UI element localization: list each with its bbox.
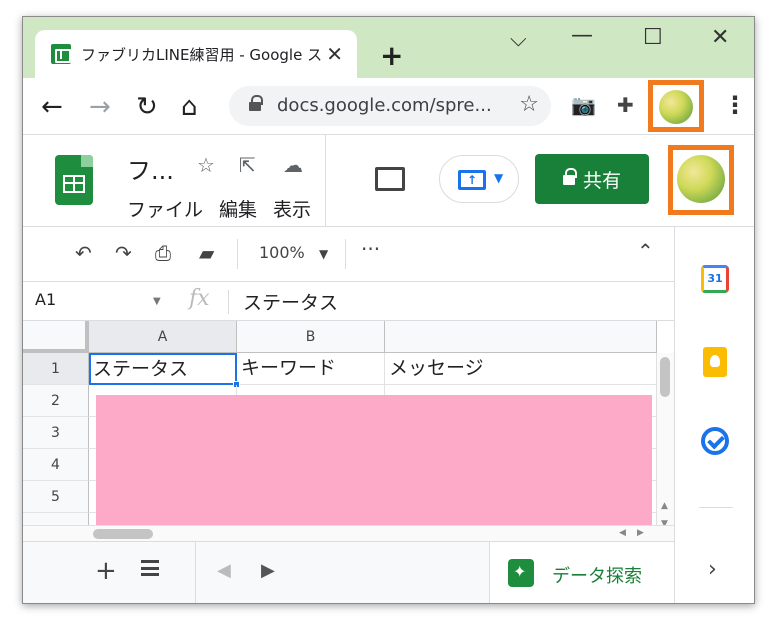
- redacted-area: [96, 395, 652, 526]
- present-icon: ↑: [458, 170, 486, 190]
- redo-icon[interactable]: ↷: [115, 241, 132, 265]
- minimize-icon[interactable]: —: [571, 23, 593, 48]
- paint-format-icon[interactable]: ▰: [199, 241, 214, 265]
- browser-menu-icon[interactable]: ⋮: [723, 91, 747, 119]
- column-header-c[interactable]: [385, 321, 657, 353]
- scroll-up-icon[interactable]: ▲: [661, 501, 668, 511]
- document-title[interactable]: フ...: [127, 151, 174, 186]
- row-header-4[interactable]: 4: [23, 449, 89, 481]
- collapse-menu-icon[interactable]: ⌃: [637, 239, 654, 263]
- lock-icon: [562, 168, 577, 186]
- tab-close-icon[interactable]: ✕: [326, 42, 343, 66]
- sheets-favicon-icon: [51, 44, 71, 64]
- title-bar: ファブリカLINE練習用 - Google ス ✕ + ⌵ — ☐ ✕: [23, 17, 754, 78]
- lock-icon: [249, 95, 263, 113]
- all-sheets-icon[interactable]: [141, 560, 159, 576]
- row-header-2[interactable]: 2: [23, 385, 89, 417]
- vertical-scroll-thumb[interactable]: [660, 357, 670, 397]
- row-header-3[interactable]: 3: [23, 417, 89, 449]
- fx-icon: fx: [189, 286, 210, 311]
- share-button[interactable]: 共有: [535, 154, 649, 204]
- comment-history-icon[interactable]: [375, 167, 405, 191]
- home-icon[interactable]: ⌂: [181, 92, 198, 122]
- horizontal-scroll-thumb[interactable]: [93, 529, 153, 539]
- account-avatar[interactable]: [677, 155, 725, 203]
- camera-icon[interactable]: 📷: [571, 93, 596, 117]
- row-header-1[interactable]: 1: [23, 353, 89, 385]
- side-panel: 31 ›: [674, 227, 754, 603]
- sheet-nav-left-icon[interactable]: ◀: [217, 560, 231, 581]
- bookmark-star-icon[interactable]: ☆: [519, 92, 539, 117]
- toolbar-divider: [345, 239, 346, 269]
- sheet-toolbar: ↶ ↷ ⎙ ▰ 100% ▼ ··· ⌃: [23, 227, 674, 281]
- side-panel-divider: [699, 507, 733, 508]
- more-options-icon[interactable]: ···: [361, 237, 380, 261]
- row-header-5[interactable]: 5: [23, 481, 89, 513]
- menu-view[interactable]: 表示: [273, 199, 311, 221]
- formula-bar: A1 ▼ fx ステータス: [23, 281, 674, 321]
- bottom-divider: [195, 542, 196, 603]
- column-header-a[interactable]: A: [89, 321, 237, 353]
- tab-title: ファブリカLINE練習用 - Google ス: [81, 45, 323, 64]
- print-icon[interactable]: ⎙: [155, 241, 171, 265]
- browser-tab[interactable]: ファブリカLINE練習用 - Google ス ✕: [35, 30, 357, 78]
- address-bar[interactable]: docs.google.com/spre... ☆: [229, 86, 551, 126]
- undo-icon[interactable]: ↶: [75, 241, 92, 265]
- new-tab-icon[interactable]: +: [380, 39, 403, 72]
- move-folder-icon[interactable]: ⇱: [239, 153, 256, 177]
- formula-input[interactable]: ステータス: [243, 288, 338, 315]
- select-all-corner[interactable]: [23, 321, 89, 353]
- add-sheet-icon[interactable]: +: [95, 556, 117, 586]
- browser-toolbar: ← → ↻ ⌂ docs.google.com/spre... ☆ 📷 ✚ ⋮: [23, 78, 754, 135]
- forward-icon[interactable]: →: [89, 92, 111, 122]
- name-box-caret-icon[interactable]: ▼: [153, 296, 161, 307]
- cloud-status-icon[interactable]: ☁: [283, 153, 303, 177]
- scroll-right-icon[interactable]: ▶: [637, 528, 644, 538]
- reload-icon[interactable]: ↻: [136, 92, 158, 122]
- share-label: 共有: [582, 169, 621, 192]
- sheet-nav-right-icon[interactable]: ▶: [261, 560, 275, 581]
- keep-icon[interactable]: [703, 347, 727, 377]
- sheet-grid: A B 1 2 3 4 5 ステータス キーワード メッセージ ▲ ▼: [23, 321, 674, 541]
- cell-c1[interactable]: メッセージ: [385, 353, 657, 385]
- cell-a1[interactable]: ステータス: [89, 353, 237, 385]
- menu-file[interactable]: ファイル: [127, 199, 203, 221]
- chevron-down-icon: ▼: [494, 171, 504, 185]
- browser-profile-avatar[interactable]: [659, 90, 693, 124]
- cell-b1[interactable]: キーワード: [237, 353, 385, 385]
- explore-button[interactable]: データ探索: [489, 542, 674, 603]
- zoom-select[interactable]: 100%: [259, 243, 305, 262]
- header-divider: [325, 135, 326, 227]
- column-header-b[interactable]: B: [237, 321, 385, 353]
- chevron-right-icon[interactable]: ›: [708, 557, 717, 582]
- back-icon[interactable]: ←: [41, 92, 63, 122]
- formula-divider: [228, 290, 229, 314]
- tab-search-icon[interactable]: ⌵: [510, 27, 527, 52]
- menu-edit[interactable]: 編集: [219, 199, 257, 221]
- zoom-caret-icon[interactable]: ▼: [319, 247, 328, 261]
- tasks-icon[interactable]: [701, 427, 729, 455]
- explore-icon: [508, 559, 534, 587]
- explore-label: データ探索: [552, 566, 642, 587]
- menu-bar: ファイル 編集 表示: [127, 195, 327, 222]
- sheet-tabs-bar: + ◀ ▶ データ探索: [23, 541, 674, 603]
- star-icon[interactable]: ☆: [197, 153, 215, 177]
- horizontal-scrollbar[interactable]: ◀ ▶: [23, 525, 674, 541]
- browser-window: ファブリカLINE練習用 - Google ス ✕ + ⌵ — ☐ ✕ ← → …: [22, 16, 755, 604]
- sheets-logo-icon[interactable]: [55, 155, 93, 205]
- window-close-icon[interactable]: ✕: [711, 25, 729, 50]
- docs-header: フ... ☆ ⇱ ☁ ファイル 編集 表示 ↑ ▼ 共有: [23, 135, 754, 227]
- name-box[interactable]: A1: [35, 290, 56, 309]
- calendar-icon[interactable]: 31: [701, 265, 729, 293]
- maximize-icon[interactable]: ☐: [643, 25, 663, 50]
- scroll-left-icon[interactable]: ◀: [619, 528, 626, 538]
- toolbar-divider: [237, 239, 238, 269]
- extensions-puzzle-icon[interactable]: ✚: [617, 93, 634, 117]
- url-text: docs.google.com/spre...: [277, 95, 492, 116]
- present-button[interactable]: ↑ ▼: [439, 155, 519, 203]
- vertical-scrollbar[interactable]: ▲ ▼: [656, 353, 674, 541]
